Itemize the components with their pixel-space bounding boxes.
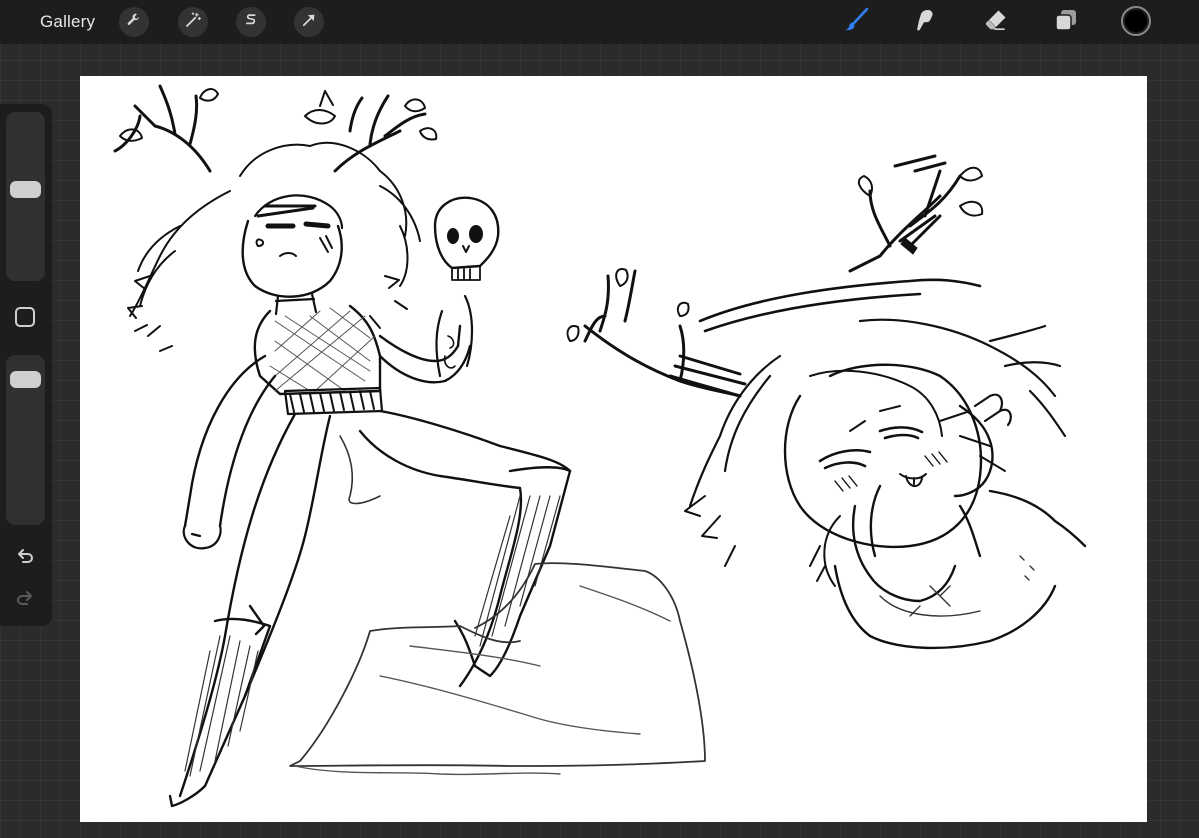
layers-icon	[1053, 7, 1079, 38]
sketch-artwork	[113, 84, 1087, 808]
modify-button[interactable]	[15, 307, 35, 327]
smudge-icon	[912, 7, 938, 38]
transform-arrow-icon	[300, 11, 318, 34]
selection-s-icon	[242, 11, 260, 34]
smudge-button[interactable]	[909, 6, 941, 38]
opacity-slider[interactable]	[6, 355, 45, 525]
adjustments-button[interactable]	[178, 7, 208, 37]
selection-button[interactable]	[236, 7, 266, 37]
brush-icon	[843, 7, 869, 38]
brush-size-slider-thumb[interactable]	[10, 180, 41, 198]
actions-button[interactable]	[119, 7, 149, 37]
layers-button[interactable]	[1050, 6, 1082, 38]
undo-button[interactable]	[13, 546, 37, 570]
color-picker-button[interactable]	[1121, 6, 1151, 36]
eraser-icon	[983, 7, 1009, 38]
drawing-canvas[interactable]	[80, 76, 1147, 822]
wrench-icon	[125, 11, 143, 34]
opacity-slider-thumb[interactable]	[10, 370, 41, 388]
undo-icon	[14, 545, 36, 572]
transform-button[interactable]	[294, 7, 324, 37]
erase-button[interactable]	[980, 6, 1012, 38]
current-color-swatch	[1125, 10, 1147, 32]
paint-button[interactable]	[840, 6, 872, 38]
brush-size-slider[interactable]	[6, 112, 45, 281]
redo-button[interactable]	[13, 588, 37, 612]
redo-icon	[14, 587, 36, 614]
top-toolbar: Gallery	[0, 0, 1199, 44]
magic-wand-icon	[184, 11, 202, 34]
gallery-button[interactable]: Gallery	[40, 11, 95, 33]
left-sidebar	[0, 104, 52, 626]
